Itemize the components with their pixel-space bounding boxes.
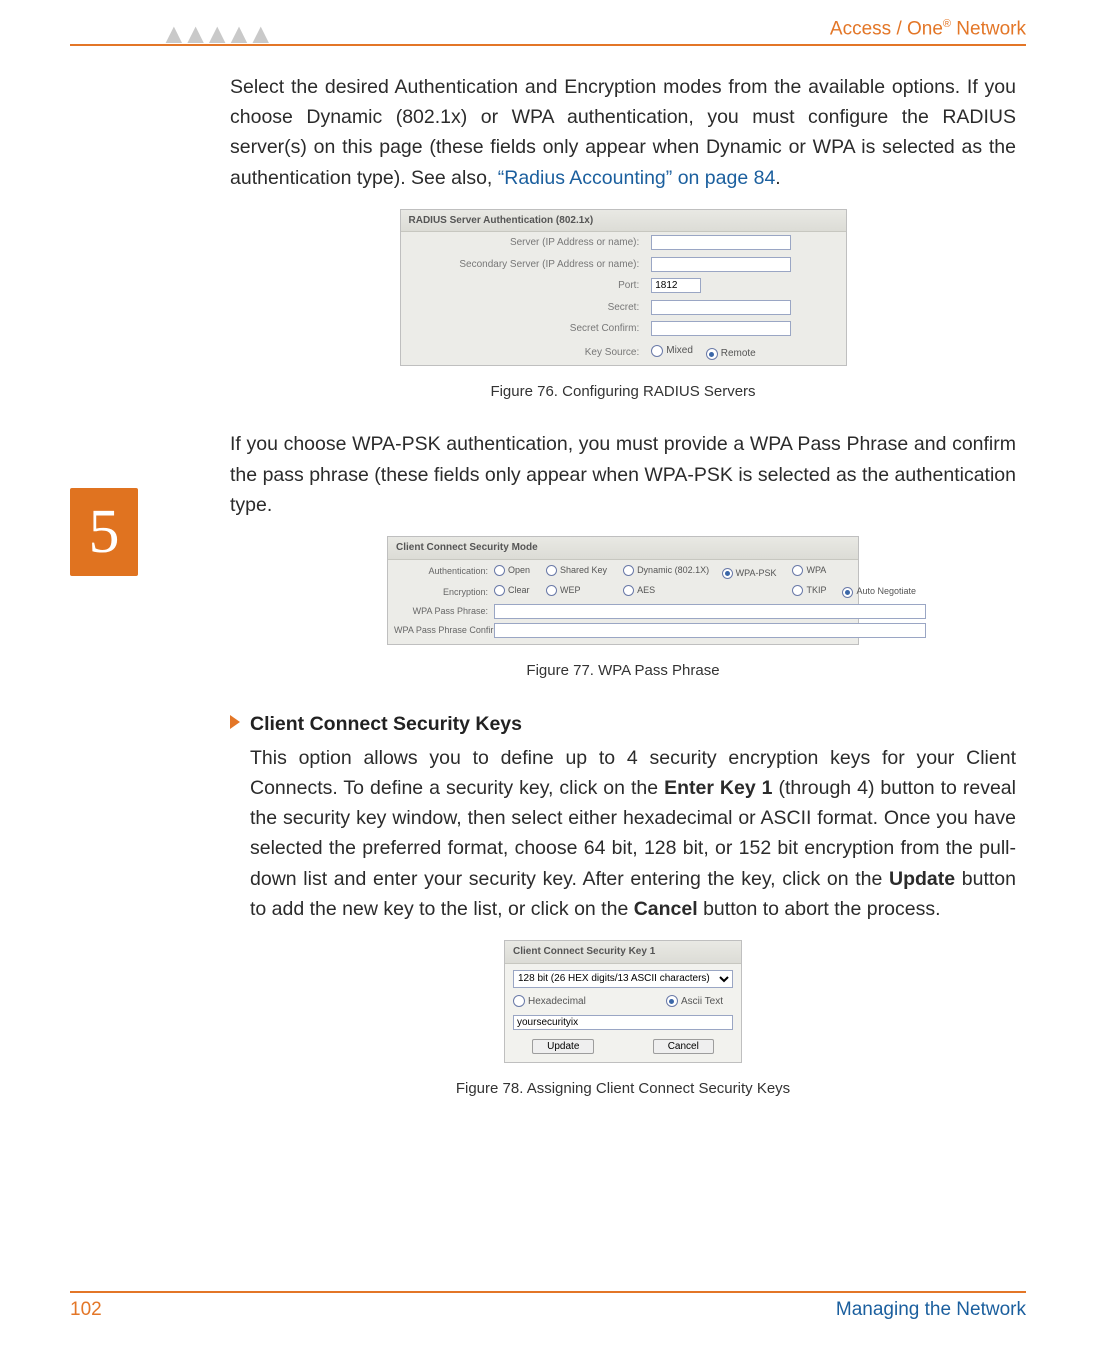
- bullet-title: Client Connect Security Keys: [250, 709, 522, 739]
- keysource-mixed-label: Mixed: [666, 343, 693, 359]
- radius-secret-input[interactable]: [651, 300, 791, 315]
- enter-key-1-bold: Enter Key 1: [664, 777, 772, 799]
- paragraph-2: If you choose WPA-PSK authentication, yo…: [230, 429, 1016, 520]
- key-length-select[interactable]: 128 bit (26 HEX digits/13 ASCII characte…: [513, 970, 733, 988]
- figure-77-caption: Figure 77. WPA Pass Phrase: [230, 659, 1016, 682]
- ascii-label: Ascii Text: [681, 994, 723, 1010]
- auth-wpa-radio[interactable]: WPA: [792, 564, 826, 578]
- wpa-pass-input[interactable]: [494, 604, 926, 619]
- auth-row-label: Authentication:: [394, 565, 488, 579]
- figure-77-screenshot: Client Connect Security Mode Authenticat…: [387, 536, 859, 645]
- radius-sec-server-label: Secondary Server (IP Address or name):: [401, 254, 646, 276]
- figure-78-screenshot: Client Connect Security Key 1 128 bit (2…: [504, 940, 742, 1063]
- paragraph-3: This option allows you to define up to 4…: [250, 743, 1016, 924]
- radius-port-label: Port:: [401, 275, 646, 297]
- enc-wep-label: WEP: [560, 584, 581, 598]
- update-bold: Update: [889, 868, 955, 890]
- auth-dynamic-radio[interactable]: Dynamic (802.1X): [623, 564, 709, 578]
- radius-server-input[interactable]: [651, 235, 791, 250]
- para1-tail: .: [775, 167, 780, 189]
- cancel-button[interactable]: Cancel: [653, 1039, 714, 1054]
- enc-auto-label: Auto Negotiate: [856, 585, 916, 599]
- brand-name: Access / One: [830, 18, 943, 39]
- bullet-icon: [230, 715, 240, 729]
- radius-secret-confirm-label: Secret Confirm:: [401, 318, 646, 340]
- enc-aes-radio[interactable]: AES: [623, 584, 655, 598]
- security-key-title: Client Connect Security Key 1: [505, 941, 741, 964]
- para3-g: button to abort the process.: [698, 898, 941, 920]
- enc-aes-label: AES: [637, 584, 655, 598]
- wpa-pass-confirm-input[interactable]: [494, 623, 926, 638]
- enc-clear-radio[interactable]: Clear: [494, 584, 530, 598]
- security-key-input[interactable]: [513, 1015, 733, 1030]
- brand-registered: ®: [943, 18, 951, 30]
- auth-shared-radio[interactable]: Shared Key: [546, 564, 607, 578]
- radius-server-label: Server (IP Address or name):: [401, 232, 646, 254]
- auth-open-radio[interactable]: Open: [494, 564, 530, 578]
- radius-panel-title: RADIUS Server Authentication (802.1x): [401, 210, 846, 233]
- keysource-remote-radio[interactable]: Remote: [706, 346, 756, 362]
- auth-dynamic-label: Dynamic (802.1X): [637, 564, 709, 578]
- radius-secret-confirm-input[interactable]: [651, 321, 791, 336]
- brand-title: Access / One® Network: [830, 18, 1026, 44]
- chapter-number-tab: 5: [70, 488, 138, 576]
- pass-confirm-label: WPA Pass Phrase Confirm:: [394, 624, 488, 638]
- radius-keysource-label: Key Source:: [401, 340, 646, 365]
- enc-row-label: Encryption:: [394, 586, 488, 600]
- brand-logo: ▲▲▲▲▲: [160, 20, 269, 48]
- pass-label: WPA Pass Phrase:: [394, 605, 488, 619]
- enc-wep-radio[interactable]: WEP: [546, 584, 581, 598]
- radius-port-input[interactable]: [651, 278, 701, 293]
- cancel-bold: Cancel: [634, 898, 698, 920]
- auth-shared-label: Shared Key: [560, 564, 607, 578]
- figure-78-caption: Figure 78. Assigning Client Connect Secu…: [230, 1077, 1016, 1100]
- page-header: ▲▲▲▲▲ Access / One® Network: [70, 0, 1026, 46]
- enc-auto-radio[interactable]: Auto Negotiate: [842, 585, 916, 599]
- keysource-remote-label: Remote: [721, 346, 756, 362]
- page-number: 102: [70, 1299, 102, 1321]
- keysource-mixed-radio[interactable]: Mixed: [651, 343, 693, 359]
- security-mode-title: Client Connect Security Mode: [388, 537, 858, 560]
- ascii-radio[interactable]: Ascii Text: [666, 994, 723, 1010]
- hex-radio[interactable]: Hexadecimal: [513, 994, 586, 1010]
- auth-wpa-label: WPA: [806, 564, 826, 578]
- brand-tail: Network: [951, 18, 1026, 39]
- enc-tkip-label: TKIP: [806, 584, 826, 598]
- auth-wpapsk-radio[interactable]: WPA-PSK: [722, 567, 777, 581]
- radius-secret-label: Secret:: [401, 297, 646, 319]
- enc-clear-label: Clear: [508, 584, 530, 598]
- paragraph-1: Select the desired Authentication and En…: [230, 72, 1016, 193]
- body-content: Select the desired Authentication and En…: [230, 46, 1016, 1100]
- auth-open-label: Open: [508, 564, 530, 578]
- radius-accounting-link[interactable]: “Radius Accounting” on page 84: [498, 167, 776, 189]
- figure-76-caption: Figure 76. Configuring RADIUS Servers: [230, 380, 1016, 403]
- auth-wpapsk-label: WPA-PSK: [736, 567, 777, 581]
- radius-sec-server-input[interactable]: [651, 257, 791, 272]
- page-footer: 102 Managing the Network: [70, 1291, 1026, 1321]
- update-button[interactable]: Update: [532, 1039, 594, 1054]
- hex-label: Hexadecimal: [528, 994, 586, 1010]
- enc-tkip-radio[interactable]: TKIP: [792, 584, 826, 598]
- figure-76-screenshot: RADIUS Server Authentication (802.1x) Se…: [400, 209, 847, 366]
- footer-section-title: Managing the Network: [836, 1299, 1026, 1321]
